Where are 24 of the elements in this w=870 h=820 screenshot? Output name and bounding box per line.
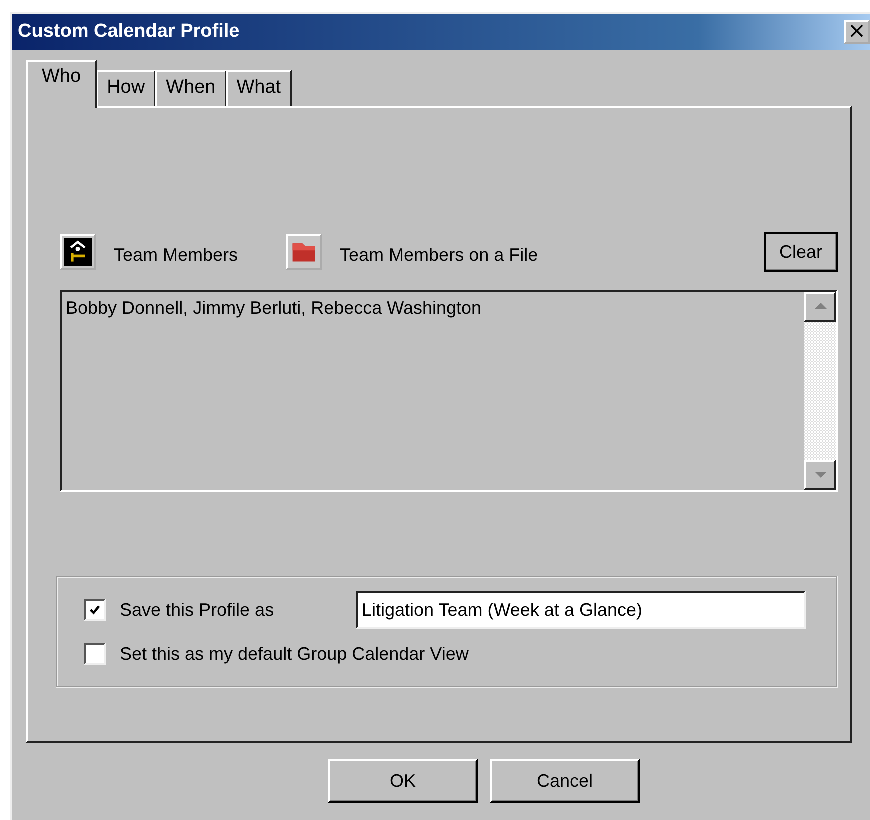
tab[interactable]: How xyxy=(96,70,156,106)
tab[interactable]: What xyxy=(226,70,292,106)
members-field[interactable]: Bobby Donnell, Jimmy Berluti, Rebecca Washington xyxy=(60,290,838,492)
picker-label: Team Members on a File xyxy=(340,244,538,266)
cancel-button[interactable]: Cancel xyxy=(490,759,640,803)
close-button[interactable]: × xyxy=(844,20,870,44)
ok-button[interactable]: OK xyxy=(328,759,478,803)
checkbox-label: Set this as my default Group Calendar View xyxy=(120,644,469,664)
tab[interactable]: When xyxy=(155,70,227,106)
checkbox-label: Save this Profile as xyxy=(120,600,276,620)
checkmark-icon xyxy=(89,604,101,616)
folder-icon[interactable] xyxy=(286,234,322,270)
profile-name-field[interactable]: Litigation Team (Week at a Glance) xyxy=(356,591,806,629)
clear-button[interactable]: Clear xyxy=(764,232,838,272)
scroll-down-icon[interactable] xyxy=(804,460,836,490)
checkbox[interactable] xyxy=(84,599,106,621)
scroll-up-icon[interactable] xyxy=(804,292,836,322)
window-title: Custom Calendar Profile xyxy=(18,21,241,43)
scrollbar[interactable] xyxy=(804,292,836,490)
members-text: Bobby Donnell, Jimmy Berluti, Rebecca Washington xyxy=(65,297,483,320)
picker-label: Team Members xyxy=(114,244,238,266)
tab[interactable]: Who xyxy=(26,60,98,108)
checkbox[interactable] xyxy=(84,643,106,665)
team-icon[interactable] xyxy=(60,234,96,270)
